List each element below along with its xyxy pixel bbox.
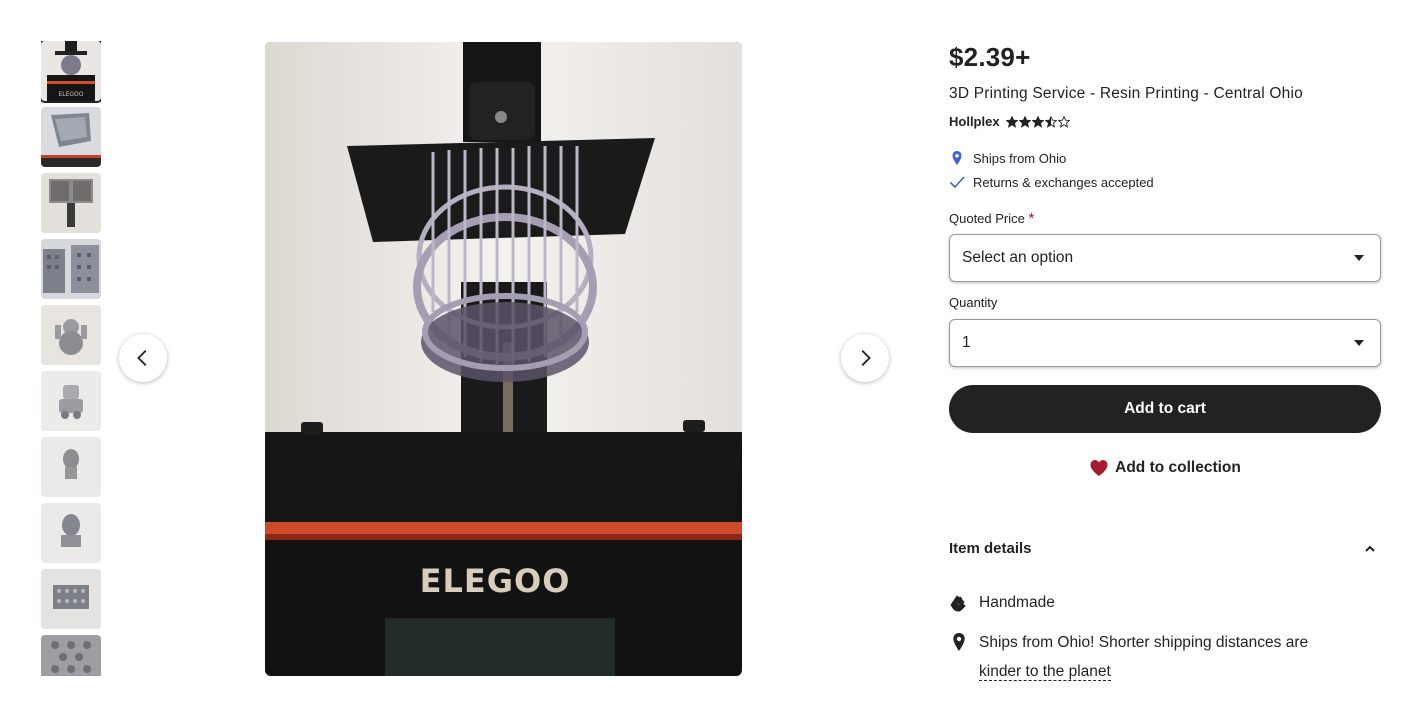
heart-icon — [1090, 460, 1108, 476]
quantity-value: 1 — [962, 334, 971, 351]
thumbnail-1[interactable]: ELEGOO — [41, 41, 101, 101]
add-to-cart-button[interactable]: Add to cart — [949, 385, 1381, 433]
printer-logo-text: ELEGOO — [420, 562, 571, 600]
required-indicator: * — [1028, 210, 1035, 227]
star-icon — [1018, 115, 1031, 128]
rating-stars[interactable] — [1005, 115, 1070, 128]
listing-price: $2.39+ — [949, 42, 1031, 72]
quoted-price-select[interactable]: Select an option — [949, 234, 1381, 282]
star-icon — [1057, 115, 1070, 128]
quoted-price-label-text: Quoted Price — [949, 211, 1025, 226]
handmade-text: Handmade — [979, 594, 1055, 611]
star-icon — [1005, 115, 1018, 128]
thumbnail-7[interactable] — [41, 437, 101, 497]
ships-detail-text: Ships from Ohio! Shorter shipping distan… — [979, 628, 1308, 686]
thumbnail-logo-text: ELEGOO — [58, 91, 83, 98]
thumbnail-6[interactable] — [41, 371, 101, 431]
ships-from-row: Ships from Ohio — [949, 150, 1066, 166]
add-to-collection-button[interactable]: Add to collection — [949, 452, 1381, 484]
next-image-button[interactable] — [841, 334, 889, 382]
star-icon — [1031, 115, 1044, 128]
quantity-label: Quantity — [949, 295, 998, 310]
thumbnail-8[interactable] — [41, 503, 101, 563]
caret-down-icon — [1354, 340, 1364, 346]
kinder-to-planet-link[interactable]: kinder to the planet — [979, 663, 1111, 681]
thumbnail-3[interactable] — [41, 173, 101, 233]
quoted-price-value: Select an option — [962, 249, 1074, 266]
thumbnail-strip: ELEGOO — [41, 41, 101, 676]
listing-title: 3D Printing Service - Resin Printing - C… — [949, 85, 1303, 102]
shop-row: Hollplex — [949, 114, 1070, 129]
location-pin-icon — [953, 633, 965, 651]
thumbnail-10[interactable] — [41, 635, 101, 676]
star-icon — [1044, 115, 1057, 128]
detail-ships-from: Ships from Ohio! Shorter shipping distan… — [949, 628, 1308, 686]
hand-icon — [950, 595, 966, 612]
thumbnail-2[interactable] — [41, 107, 101, 167]
previous-image-button[interactable] — [119, 334, 167, 382]
ships-from-text: Ships from Ohio — [973, 150, 1067, 166]
chevron-up-icon — [1365, 545, 1375, 552]
location-pin-icon — [952, 151, 962, 165]
quoted-price-label: Quoted Price * — [949, 210, 1034, 227]
thumbnail-4[interactable] — [41, 239, 101, 299]
returns-row: Returns & exchanges accepted — [949, 174, 1154, 190]
thumbnail-9[interactable] — [41, 569, 101, 629]
chevron-right-icon — [861, 350, 871, 366]
returns-text: Returns & exchanges accepted — [973, 174, 1154, 190]
main-listing-image[interactable]: ELEGOO — [265, 42, 742, 676]
detail-handmade: Handmade — [949, 588, 1055, 617]
thumbnail-5[interactable] — [41, 305, 101, 365]
chevron-left-icon — [137, 350, 147, 366]
item-details-toggle[interactable]: Item details — [949, 540, 1381, 557]
caret-down-icon — [1354, 255, 1364, 261]
quantity-select[interactable]: 1 — [949, 319, 1381, 367]
shop-name-link[interactable]: Hollplex — [949, 114, 1000, 129]
checkmark-icon — [949, 176, 965, 189]
item-details-title: Item details — [949, 540, 1032, 557]
add-to-collection-label: Add to collection — [1115, 459, 1241, 476]
ships-detail-sentence: Ships from Ohio! Shorter shipping distan… — [979, 634, 1309, 651]
